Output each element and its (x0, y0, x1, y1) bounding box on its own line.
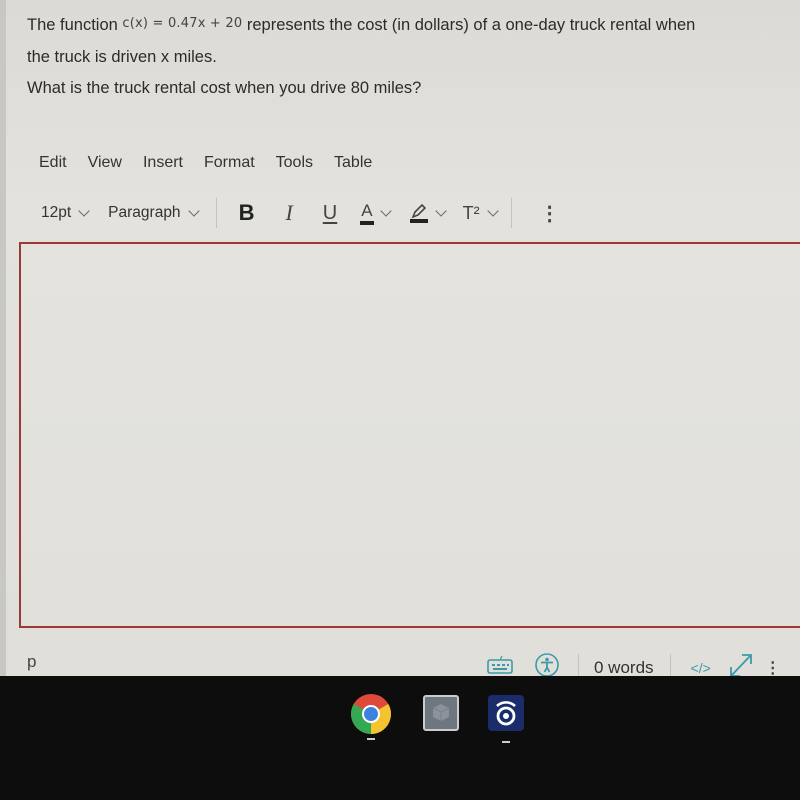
chevron-down-icon (187, 204, 200, 217)
editor-statusbar: p 0 words </> ⋮ (0, 650, 800, 682)
chevron-down-icon (379, 204, 392, 217)
italic-button[interactable]: I (285, 200, 292, 226)
menu-view[interactable]: View (88, 154, 122, 172)
block-format-select[interactable]: Paragraph (108, 204, 200, 222)
menu-tools[interactable]: Tools (276, 154, 313, 172)
screen: The function c(x) = 0.47x + 20 represent… (0, 0, 800, 682)
question-text: The function c(x) = 0.47x + 20 represent… (27, 10, 800, 104)
chrome-app-icon[interactable] (350, 693, 392, 735)
chevron-down-icon (486, 204, 499, 217)
toolbar-divider (215, 198, 217, 228)
more-options-button[interactable]: ⋮ (540, 201, 560, 226)
variable-x: x (160, 48, 170, 66)
underline-button[interactable]: U (323, 202, 337, 225)
element-path[interactable]: p (27, 652, 36, 672)
question-prefix: The function (27, 16, 118, 34)
font-size-value: 12pt (41, 204, 72, 221)
resize-handle-icon[interactable]: ⋮ (765, 658, 781, 678)
editor-toolbar: 12pt Paragraph B I U A T² ⋮ (41, 198, 800, 228)
menu-table[interactable]: Table (334, 154, 372, 172)
block-format-value: Paragraph (108, 204, 181, 221)
question-line-3: What is the truck rental cost when you d… (27, 79, 422, 97)
formula: c(x) = 0.47x + 20 (122, 16, 243, 31)
html-editor-toggle[interactable]: </> (691, 660, 711, 676)
menu-edit[interactable]: Edit (39, 154, 67, 172)
radio-app-icon[interactable] (488, 695, 524, 731)
rich-text-editor[interactable] (19, 242, 800, 628)
text-color-icon: A (360, 201, 374, 225)
menu-insert[interactable]: Insert (143, 154, 183, 172)
highlighter-icon (409, 203, 428, 223)
app-running-indicator (502, 741, 510, 743)
app-running-indicator (367, 738, 375, 740)
os-taskbar (0, 676, 800, 800)
font-size-select[interactable]: 12pt (41, 204, 90, 222)
question-line2-suffix: miles. (169, 48, 217, 66)
screen-left-edge (0, 0, 6, 676)
question-line2-prefix: the truck is driven (27, 48, 161, 66)
chevron-down-icon (434, 204, 447, 217)
superscript-button[interactable]: T² (462, 202, 499, 224)
word-count: 0 words (594, 657, 654, 677)
superscript-icon: T² (462, 202, 480, 223)
question-line-2: the truck is driven x miles. (27, 42, 800, 73)
toolbar-divider (510, 198, 512, 228)
text-color-button[interactable]: A (360, 201, 392, 225)
files-app-icon[interactable] (423, 695, 459, 731)
highlight-color-button[interactable] (409, 203, 447, 223)
question-suffix: represents the cost (in dollars) of a on… (246, 16, 696, 34)
bold-button[interactable]: B (239, 200, 255, 226)
editor-menubar: Edit View Insert Format Tools Table (39, 154, 393, 172)
chevron-down-icon (78, 204, 90, 217)
menu-format[interactable]: Format (204, 154, 255, 172)
question-line-1: The function c(x) = 0.47x + 20 represent… (27, 10, 800, 42)
